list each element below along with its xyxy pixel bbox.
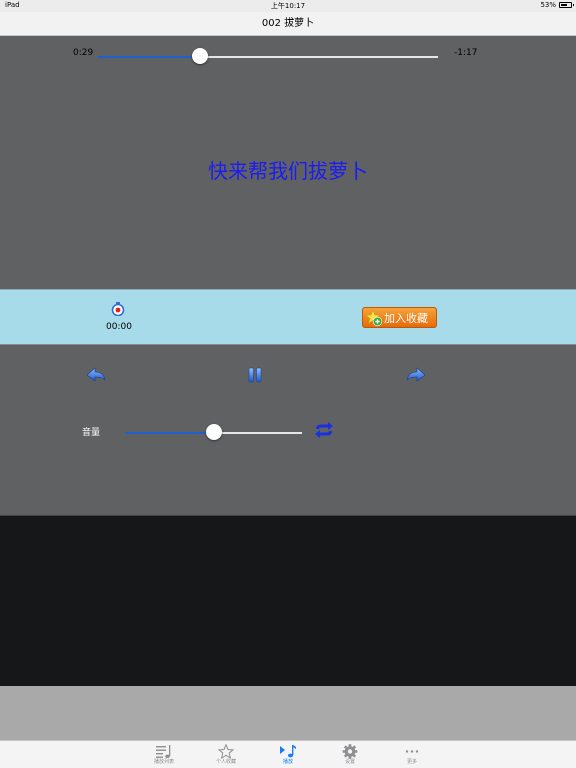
- player-panel: 0:29 -1:17 快来帮我们拔萝卜: [0, 36, 576, 289]
- lyric-text: 快来帮我们拔萝卜: [208, 159, 368, 183]
- pause-icon[interactable]: [247, 367, 263, 383]
- nav-bar: 002 拔萝卜: [0, 12, 576, 36]
- status-bar: iPad 上午10:17 53%: [0, 0, 576, 12]
- playlist-icon: [156, 745, 171, 758]
- previous-icon[interactable]: [86, 366, 106, 384]
- tab-bar: 播放列表 个人收藏 播放 设置 更多: [0, 740, 576, 768]
- next-icon[interactable]: [406, 366, 426, 384]
- gear-icon: [342, 744, 358, 759]
- tab-label: 更多: [406, 759, 417, 765]
- progress-track-remaining: [200, 56, 438, 58]
- tab-label: 播放: [282, 759, 293, 765]
- volume-label: 音量: [82, 428, 101, 438]
- remaining-time: -1:17: [454, 48, 478, 58]
- more-icon: [405, 750, 419, 753]
- battery-icon: [559, 2, 574, 8]
- tab-playlist[interactable]: 播放列表: [139, 742, 189, 768]
- timer-value: 00:00: [106, 322, 132, 332]
- page-title: 002 拔萝卜: [261, 18, 315, 29]
- progress-thumb[interactable]: [192, 48, 208, 64]
- add-favorite-label: 加入收藏: [384, 311, 428, 325]
- volume-track-empty: [214, 432, 302, 434]
- volume-slider[interactable]: [125, 422, 302, 442]
- tab-more[interactable]: 更多: [387, 742, 437, 768]
- tab-label: 设置: [344, 759, 355, 765]
- tab-settings[interactable]: 设置: [325, 742, 375, 768]
- star-plus-icon: [365, 308, 383, 326]
- progress-slider[interactable]: [98, 46, 438, 66]
- tab-play[interactable]: 播放: [263, 742, 313, 768]
- status-time: 上午10:17: [270, 2, 306, 10]
- volume-thumb[interactable]: [206, 424, 222, 440]
- dark-panel: [0, 516, 576, 686]
- playback-controls: 音量: [0, 345, 576, 516]
- star-icon: [217, 744, 235, 759]
- battery-percent: 53%: [540, 1, 556, 9]
- tab-label: 播放列表: [153, 759, 174, 765]
- tab-favorites[interactable]: 个人收藏: [201, 742, 251, 768]
- empty-area: [0, 686, 576, 740]
- timer-icon[interactable]: [111, 302, 125, 316]
- repeat-icon[interactable]: [313, 421, 335, 439]
- add-favorite-button[interactable]: 加入收藏: [362, 307, 437, 328]
- volume-track-filled: [125, 432, 214, 434]
- action-bar: 00:00 加入收藏: [0, 289, 576, 345]
- music-note-icon: [280, 745, 296, 758]
- elapsed-time: 0:29: [73, 48, 94, 58]
- battery-status: 53%: [540, 1, 574, 9]
- progress-track-played: [98, 56, 200, 58]
- tab-label: 个人收藏: [215, 759, 236, 765]
